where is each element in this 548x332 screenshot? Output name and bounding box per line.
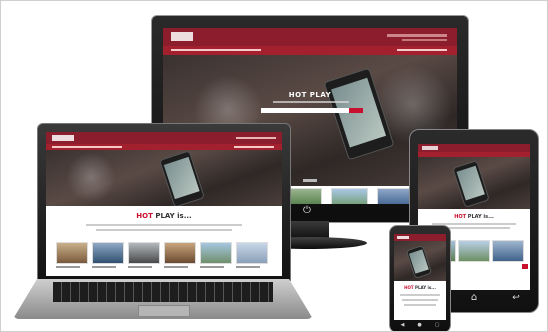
thumb-2[interactable]: [331, 188, 368, 204]
phone-section-title: HOT PLAY is...: [404, 285, 436, 290]
laptop-thumb-1[interactable]: [56, 242, 88, 264]
laptop-thumb-captions: [56, 266, 266, 268]
laptop-section-text-2: [96, 229, 232, 231]
laptop-thumb-6[interactable]: [236, 242, 268, 264]
laptop-hero: [46, 150, 282, 206]
hero-title: HOT PLAY: [288, 91, 332, 99]
laptop-base: [13, 279, 313, 319]
phone-hero: [394, 241, 446, 281]
laptop-thumb-5[interactable]: [200, 242, 232, 264]
tablet-site-header: [418, 144, 530, 152]
header-links-2: [402, 39, 447, 41]
tablet-hero: [418, 157, 530, 209]
phone-section-text-3: [404, 304, 436, 306]
back-icon[interactable]: ↩: [510, 292, 522, 304]
phone-menu-icon[interactable]: ▢: [435, 322, 440, 328]
phone: HOT PLAY is... ◀ ● ▢: [389, 225, 451, 331]
laptop-screen: HOT PLAY is...: [46, 132, 282, 276]
phone-home-icon[interactable]: ●: [417, 322, 421, 328]
laptop-section-title: HOT PLAY is...: [136, 212, 192, 220]
laptop-keyboard[interactable]: [53, 282, 273, 302]
laptop-lid: HOT PLAY is...: [37, 123, 291, 281]
laptop-site-header: [46, 132, 282, 144]
tablet-slider-next[interactable]: [522, 264, 528, 269]
phone-section-text: [400, 294, 440, 296]
tablet-thumb-2[interactable]: [458, 240, 490, 262]
phone-site-header: [394, 234, 446, 241]
laptop-section-text: [86, 224, 242, 226]
devices-mockup: HOT PLAY ⏻ HOT PLAY is... ⌂ ↩ HOT PLAY i…: [0, 0, 548, 332]
phone-back-icon[interactable]: ◀: [401, 322, 405, 328]
laptop-thumb-4[interactable]: [164, 242, 196, 264]
phone-nav-bar[interactable]: ◀ ● ▢: [394, 322, 446, 328]
hero-search-button[interactable]: [349, 108, 363, 113]
tablet-thumb-3[interactable]: [492, 240, 524, 262]
header-links: [387, 34, 447, 37]
phone-screen: HOT PLAY is...: [394, 234, 446, 320]
laptop: HOT PLAY is...: [13, 123, 313, 323]
laptop-thumb-2[interactable]: [92, 242, 124, 264]
home-icon[interactable]: ⌂: [468, 292, 480, 304]
hero-subtitle: [273, 101, 349, 103]
tablet-section-title: HOT PLAY is...: [454, 214, 494, 220]
laptop-thumb-3[interactable]: [128, 242, 160, 264]
hero-search-input[interactable]: [261, 108, 349, 113]
phone-section-text-2: [402, 299, 438, 301]
site-logo[interactable]: [171, 32, 193, 41]
site-header: [163, 28, 457, 46]
site-nav[interactable]: [163, 46, 457, 55]
laptop-trackpad[interactable]: [138, 305, 190, 317]
